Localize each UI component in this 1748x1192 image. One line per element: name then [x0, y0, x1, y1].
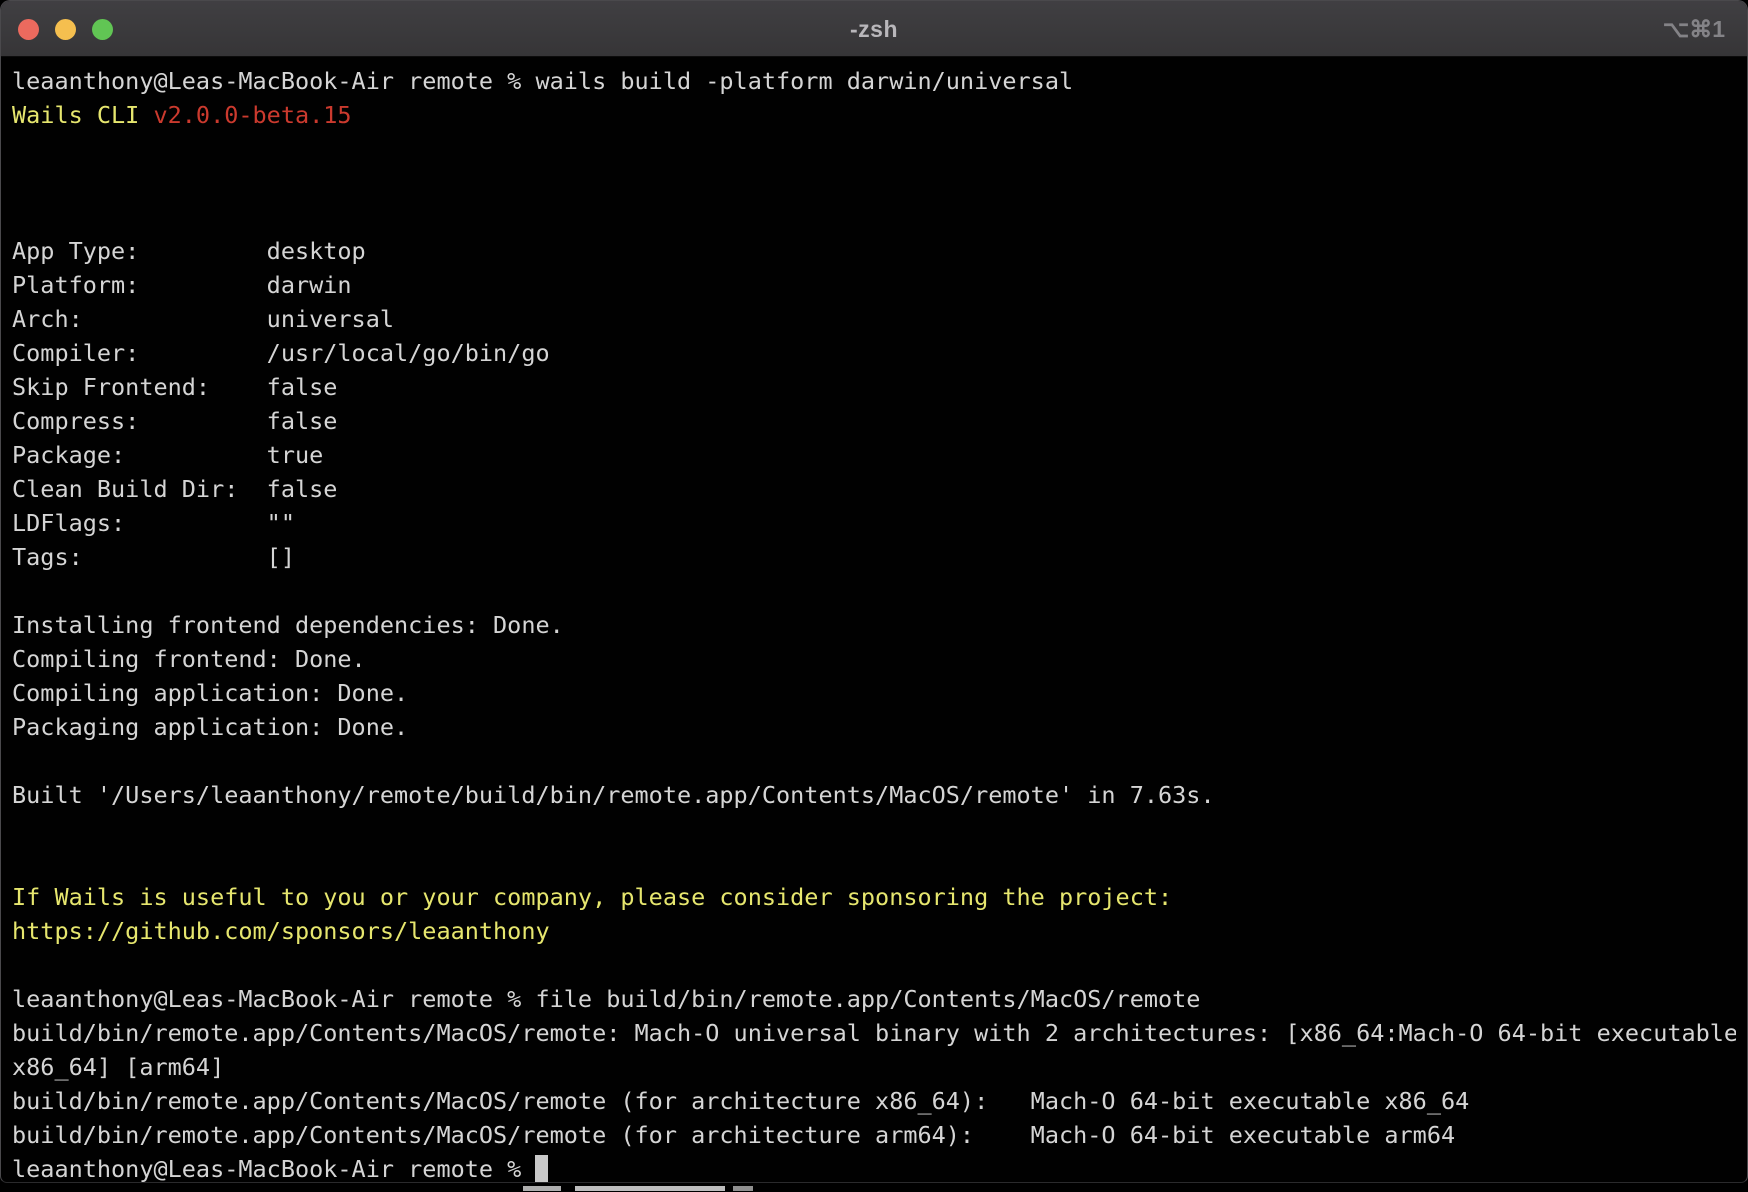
terminal-line: App Type: desktop: [12, 234, 1736, 268]
terminal-text: build/bin/remote.app/Contents/MacOS/remo…: [12, 1087, 1469, 1115]
terminal-line: x86_64] [arm64]: [12, 1050, 1736, 1084]
terminal-text: leaanthony@Leas-MacBook-Air remote % fil…: [12, 985, 1200, 1013]
terminal-line: [12, 574, 1736, 608]
terminal-text: build/bin/remote.app/Contents/MacOS/remo…: [12, 1121, 1455, 1149]
terminal-text: Platform: darwin: [12, 271, 352, 299]
terminal-line: build/bin/remote.app/Contents/MacOS/remo…: [12, 1084, 1736, 1118]
terminal-line: build/bin/remote.app/Contents/MacOS/remo…: [12, 1118, 1736, 1152]
terminal-text: leaanthony@Leas-MacBook-Air remote % wai…: [12, 67, 1073, 95]
terminal-text: If Wails is useful to you or your compan…: [12, 883, 1172, 911]
terminal-text: Tags: []: [12, 543, 295, 571]
terminal-line: Compiling application: Done.: [12, 676, 1736, 710]
terminal-text: Package: true: [12, 441, 323, 469]
terminal-text: Compress: false: [12, 407, 337, 435]
terminal-text: v2.0.0-beta.15: [153, 101, 351, 129]
terminal-line: https://github.com/sponsors/leaanthony: [12, 914, 1736, 948]
terminal-window: -zsh ⌥⌘1 leaanthony@Leas-MacBook-Air rem…: [0, 0, 1748, 1183]
terminal-line: Wails CLI v2.0.0-beta.15: [12, 98, 1736, 132]
sponsor-link[interactable]: https://github.com/sponsors/leaanthony: [12, 917, 550, 945]
terminal-line: [12, 812, 1736, 846]
terminal-line: [12, 166, 1736, 200]
terminal-text: App Type: desktop: [12, 237, 366, 265]
terminal-line: Packaging application: Done.: [12, 710, 1736, 744]
background-window-fragment: [523, 1186, 561, 1191]
terminal-line: Platform: darwin: [12, 268, 1736, 302]
terminal-line: [12, 846, 1736, 880]
terminal-text: x86_64] [arm64]: [12, 1053, 224, 1081]
title-bar[interactable]: -zsh ⌥⌘1: [1, 1, 1747, 57]
terminal-line: Built '/Users/leaanthony/remote/build/bi…: [12, 778, 1736, 812]
terminal-line: Package: true: [12, 438, 1736, 472]
terminal-line: leaanthony@Leas-MacBook-Air remote % fil…: [12, 982, 1736, 1016]
terminal-output[interactable]: leaanthony@Leas-MacBook-Air remote % wai…: [1, 57, 1747, 1183]
terminal-text: Skip Frontend: false: [12, 373, 337, 401]
terminal-text: leaanthony@Leas-MacBook-Air remote %: [12, 1155, 535, 1183]
terminal-line: Arch: universal: [12, 302, 1736, 336]
terminal-line: Compress: false: [12, 404, 1736, 438]
terminal-text: Compiling application: Done.: [12, 679, 408, 707]
window-title: -zsh: [1, 1, 1747, 57]
terminal-text: Clean Build Dir: false: [12, 475, 337, 503]
terminal-line: Clean Build Dir: false: [12, 472, 1736, 506]
terminal-line: [12, 132, 1736, 166]
terminal-line: [12, 948, 1736, 982]
terminal-text: Compiling frontend: Done.: [12, 645, 366, 673]
terminal-line: If Wails is useful to you or your compan…: [12, 880, 1736, 914]
terminal-text: Packaging application: Done.: [12, 713, 408, 741]
terminal-line: Tags: []: [12, 540, 1736, 574]
terminal-text: LDFlags: "": [12, 509, 295, 537]
terminal-text: build/bin/remote.app/Contents/MacOS/remo…: [12, 1019, 1736, 1047]
text-cursor: [535, 1155, 548, 1183]
terminal-text: Installing frontend dependencies: Done.: [12, 611, 564, 639]
terminal-line: [12, 744, 1736, 778]
terminal-text: Compiler: /usr/local/go/bin/go: [12, 339, 550, 367]
terminal-line: Skip Frontend: false: [12, 370, 1736, 404]
terminal-text: Arch: universal: [12, 305, 394, 333]
terminal-line: build/bin/remote.app/Contents/MacOS/remo…: [12, 1016, 1736, 1050]
background-window-fragment: [733, 1186, 753, 1191]
terminal-text: Wails CLI: [12, 101, 153, 129]
terminal-text: Built '/Users/leaanthony/remote/build/bi…: [12, 781, 1215, 809]
terminal-line: Installing frontend dependencies: Done.: [12, 608, 1736, 642]
terminal-line: leaanthony@Leas-MacBook-Air remote % wai…: [12, 64, 1736, 98]
background-window-fragment: [575, 1186, 725, 1191]
window-shortcut-badge: ⌥⌘1: [1663, 1, 1725, 57]
terminal-line: Compiler: /usr/local/go/bin/go: [12, 336, 1736, 370]
terminal-line: Compiling frontend: Done.: [12, 642, 1736, 676]
terminal-line: LDFlags: "": [12, 506, 1736, 540]
terminal-line: leaanthony@Leas-MacBook-Air remote %: [12, 1152, 1736, 1183]
terminal-line: [12, 200, 1736, 234]
background-window-fragment: [0, 1185, 1748, 1192]
